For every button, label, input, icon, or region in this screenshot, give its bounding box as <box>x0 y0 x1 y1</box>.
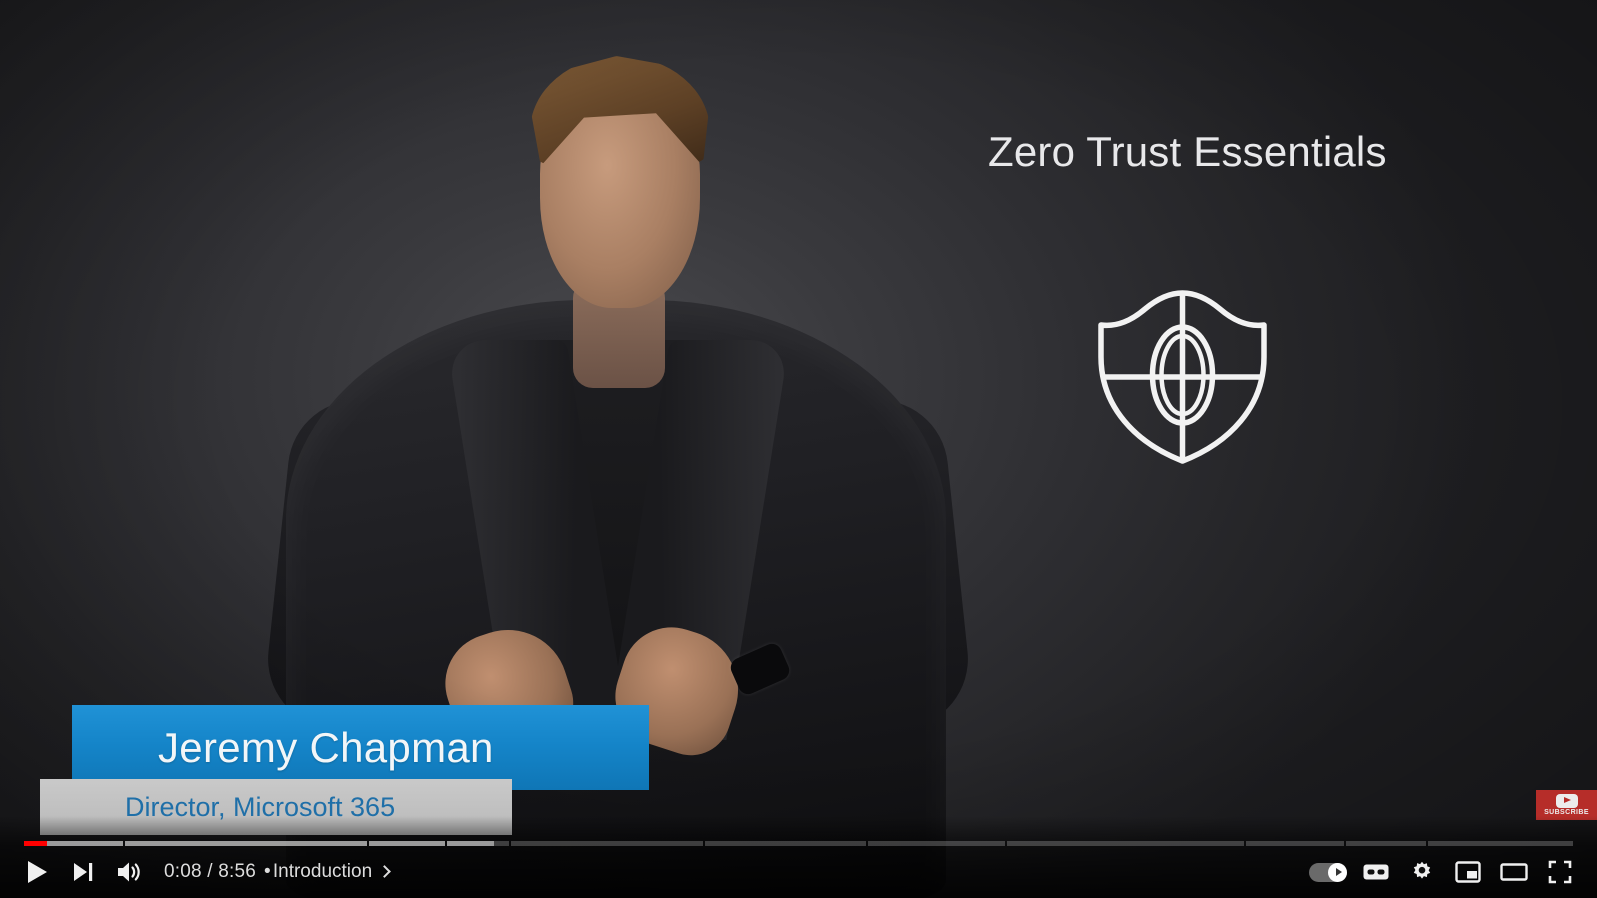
fullscreen-button[interactable] <box>1537 849 1583 895</box>
miniplayer-button[interactable] <box>1445 849 1491 895</box>
player-controls-bar: 0:08 / 8:56 • Introduction <box>0 846 1597 898</box>
time-separator: • <box>264 861 271 882</box>
volume-button[interactable] <box>106 849 152 895</box>
autoplay-track <box>1309 862 1347 882</box>
theater-mode-button[interactable] <box>1491 849 1537 895</box>
youtube-video-player[interactable]: Zero Trust Essentials Jeremy Chapman Dir… <box>0 0 1597 898</box>
current-chapter-link[interactable]: Introduction <box>272 861 392 883</box>
presenter-figure <box>261 40 975 898</box>
video-frame[interactable]: Zero Trust Essentials Jeremy Chapman Dir… <box>0 0 1597 898</box>
time-display: 0:08 / 8:56 <box>164 861 256 882</box>
autoplay-knob <box>1328 862 1347 882</box>
chevron-right-icon <box>378 865 392 878</box>
subscribe-label: SUBSCRIBE <box>1544 808 1589 816</box>
youtube-play-icon <box>1555 793 1578 808</box>
captions-button[interactable] <box>1353 849 1399 895</box>
slide-title: Zero Trust Essentials <box>988 128 1387 175</box>
next-video-button[interactable] <box>60 849 106 895</box>
autoplay-toggle[interactable] <box>1303 849 1353 895</box>
subscribe-watermark-button[interactable]: SUBSCRIBE <box>1536 790 1597 820</box>
current-chapter-label: Introduction <box>272 861 373 882</box>
shield-zero-icon <box>1095 285 1270 465</box>
settings-button[interactable] <box>1399 849 1445 895</box>
play-button[interactable] <box>14 849 60 895</box>
